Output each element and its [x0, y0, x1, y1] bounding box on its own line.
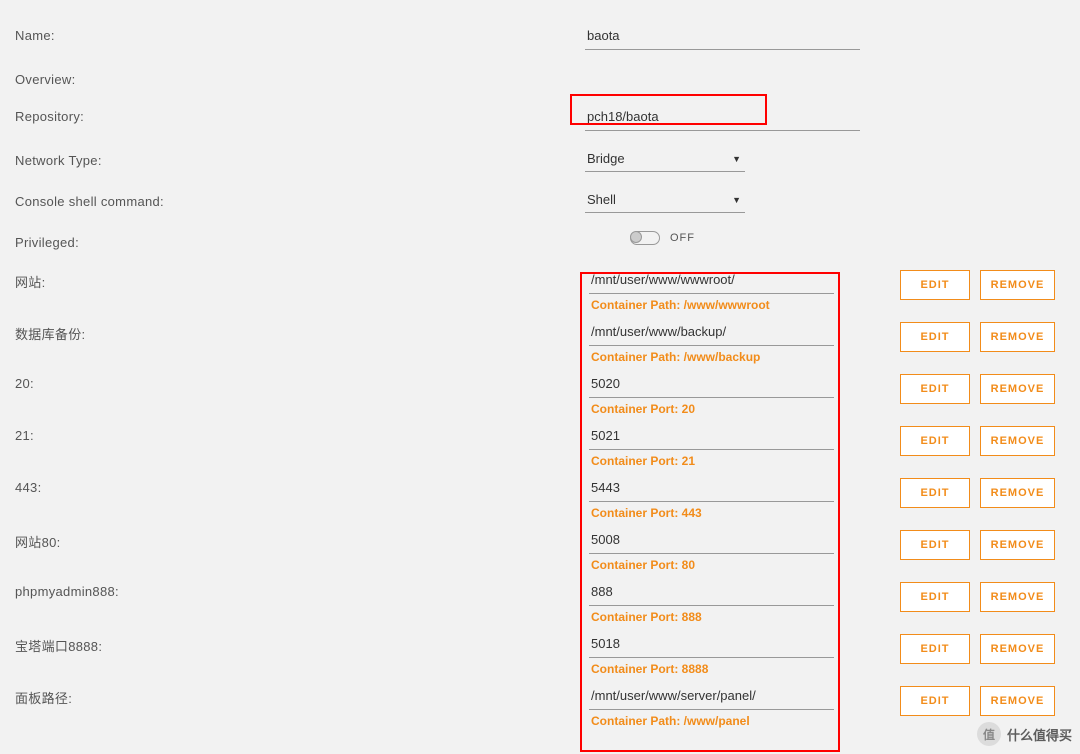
mapping-value-input[interactable] — [589, 528, 834, 554]
edit-button[interactable]: EDIT — [900, 374, 970, 404]
edit-button[interactable]: EDIT — [900, 478, 970, 508]
mapping-container-hint: Container Port: 21 — [589, 450, 875, 468]
remove-button[interactable]: REMOVE — [980, 530, 1055, 560]
mapping-value-input[interactable] — [589, 268, 834, 294]
name-input[interactable] — [585, 24, 860, 50]
mapping-label: 宝塔端口8888: — [15, 632, 585, 655]
mapping-label: phpmyadmin888: — [15, 580, 585, 599]
mapping-value-input[interactable] — [589, 476, 834, 502]
privileged-label: Privileged: — [15, 231, 585, 250]
edit-button[interactable]: EDIT — [900, 530, 970, 560]
chevron-down-icon: ▼ — [732, 195, 741, 205]
mapping-container-hint: Container Path: /www/backup — [589, 346, 875, 364]
edit-button[interactable]: EDIT — [900, 270, 970, 300]
toggle-knob — [630, 231, 642, 243]
network-type-value: Bridge — [587, 151, 625, 166]
mapping-label: 网站80: — [15, 528, 585, 551]
mapping-label: 网站: — [15, 268, 585, 291]
mapping-container-hint: Container Port: 8888 — [589, 658, 875, 676]
overview-label: Overview: — [15, 68, 585, 87]
privileged-toggle[interactable] — [630, 231, 660, 245]
remove-button[interactable]: REMOVE — [980, 270, 1055, 300]
edit-button[interactable]: EDIT — [900, 426, 970, 456]
watermark: 值 什么值得买 — [977, 722, 1072, 746]
network-type-label: Network Type: — [15, 149, 585, 168]
repository-label: Repository: — [15, 105, 585, 124]
remove-button[interactable]: REMOVE — [980, 322, 1055, 352]
remove-button[interactable]: REMOVE — [980, 374, 1055, 404]
mapping-value-input[interactable] — [589, 424, 834, 450]
watermark-icon: 值 — [977, 722, 1001, 746]
remove-button[interactable]: REMOVE — [980, 634, 1055, 664]
network-type-select[interactable]: Bridge ▼ — [585, 149, 745, 172]
mapping-container-hint: Container Port: 888 — [589, 606, 875, 624]
console-select[interactable]: Shell ▼ — [585, 190, 745, 213]
chevron-down-icon: ▼ — [732, 154, 741, 164]
edit-button[interactable]: EDIT — [900, 634, 970, 664]
mapping-container-hint: Container Path: /www/panel — [589, 710, 875, 728]
name-label: Name: — [15, 24, 585, 43]
mapping-container-hint: Container Port: 443 — [589, 502, 875, 520]
mapping-label: 20: — [15, 372, 585, 391]
console-label: Console shell command: — [15, 190, 585, 209]
mapping-container-hint: Container Port: 80 — [589, 554, 875, 572]
mapping-container-hint: Container Path: /www/wwwroot — [589, 294, 875, 312]
mapping-label: 面板路径: — [15, 684, 585, 707]
remove-button[interactable]: REMOVE — [980, 478, 1055, 508]
mapping-container-hint: Container Port: 20 — [589, 398, 875, 416]
edit-button[interactable]: EDIT — [900, 582, 970, 612]
mapping-value-input[interactable] — [589, 684, 834, 710]
remove-button[interactable]: REMOVE — [980, 686, 1055, 716]
edit-button[interactable]: EDIT — [900, 686, 970, 716]
mapping-value-input[interactable] — [589, 320, 834, 346]
mapping-value-input[interactable] — [589, 632, 834, 658]
mapping-value-input[interactable] — [589, 580, 834, 606]
mapping-label: 21: — [15, 424, 585, 443]
privileged-state: OFF — [670, 232, 695, 244]
repository-input[interactable] — [585, 105, 860, 131]
remove-button[interactable]: REMOVE — [980, 426, 1055, 456]
console-value: Shell — [587, 192, 616, 207]
mapping-label: 数据库备份: — [15, 320, 585, 343]
mapping-value-input[interactable] — [589, 372, 834, 398]
edit-button[interactable]: EDIT — [900, 322, 970, 352]
remove-button[interactable]: REMOVE — [980, 582, 1055, 612]
mapping-label: 443: — [15, 476, 585, 495]
watermark-text: 什么值得买 — [1007, 725, 1072, 744]
